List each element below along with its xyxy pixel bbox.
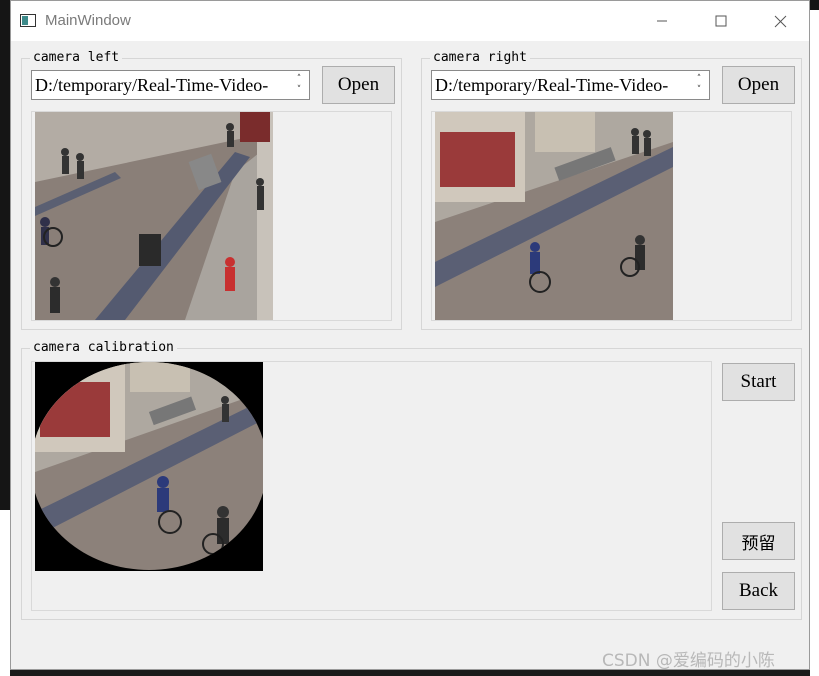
minimize-icon (657, 20, 667, 22)
camera-left-image (35, 112, 273, 320)
spin-arrows[interactable]: ˄ ˅ (291, 72, 307, 98)
chevron-down-icon[interactable]: ˅ (697, 85, 702, 96)
close-icon (774, 15, 786, 27)
camera-right-path-text: D:/temporary/Real-Time-Video- (435, 75, 669, 95)
back-button[interactable]: Back (722, 572, 795, 610)
maximize-icon (715, 15, 727, 27)
camera-right-title: camera right (430, 50, 530, 66)
watermark: CSDN @爱编码的小陈 (602, 651, 775, 671)
minimize-button[interactable] (633, 1, 691, 41)
camera-calibration-title: camera calibration (30, 340, 177, 356)
camera-left-path-text: D:/temporary/Real-Time-Video- (35, 75, 269, 95)
camera-right-path-spinbox[interactable]: D:/temporary/Real-Time-Video- ˄ ˅ (431, 70, 710, 100)
camera-left-title: camera left (30, 50, 123, 66)
spin-arrows[interactable]: ˄ ˅ (691, 72, 707, 98)
reserve-button[interactable]: 预留 (722, 522, 795, 560)
maximize-button[interactable] (692, 1, 750, 41)
chevron-up-icon[interactable]: ˄ (697, 74, 702, 85)
background-window-bottom (0, 510, 10, 676)
main-window: MainWindow camera left D:/temporary/Real… (10, 0, 810, 670)
title-bar[interactable]: MainWindow (11, 1, 809, 41)
app-icon (20, 14, 36, 27)
camera-left-path-spinbox[interactable]: D:/temporary/Real-Time-Video- ˄ ˅ (31, 70, 310, 100)
chevron-down-icon[interactable]: ˅ (297, 85, 302, 96)
camera-left-open-button[interactable]: Open (322, 66, 395, 104)
start-button[interactable]: Start (722, 363, 795, 401)
camera-right-image (435, 112, 673, 320)
camera-right-open-button[interactable]: Open (722, 66, 795, 104)
chevron-up-icon[interactable]: ˄ (297, 74, 302, 85)
window-title: MainWindow (45, 12, 131, 29)
calibration-image (35, 362, 263, 571)
close-button[interactable] (751, 1, 809, 41)
background-window-right (810, 10, 819, 676)
